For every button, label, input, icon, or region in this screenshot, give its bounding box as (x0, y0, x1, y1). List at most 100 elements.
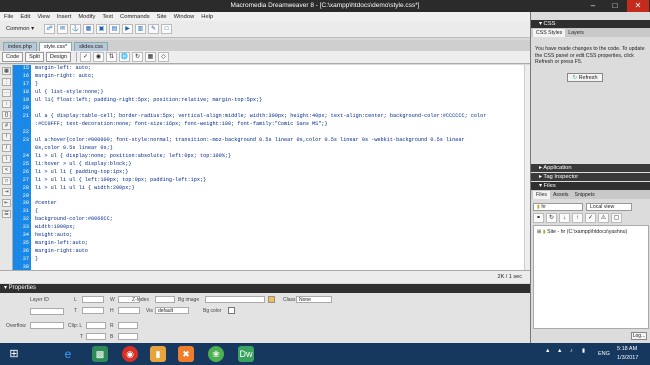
expand-panel-icon[interactable]: ▢ (611, 213, 622, 223)
close-button[interactable]: ✕ (627, 0, 649, 12)
code-line[interactable]: ul { list-style:none;} (31, 89, 524, 97)
layer-id-field[interactable] (30, 308, 64, 315)
code-line[interactable]: ul li{ float:left; padding-right:5px; po… (31, 97, 524, 105)
code-editor[interactable]: margin-left: auto; margin-right: auto;} ul… (31, 65, 524, 270)
t-field[interactable] (82, 307, 104, 314)
menu-commands[interactable]: Commands (120, 14, 150, 20)
code-line[interactable]: li > ul li { padding-top:1px;} (31, 169, 524, 177)
menu-view[interactable]: View (37, 14, 49, 20)
preview-icon[interactable]: 🌐 (118, 52, 130, 62)
connect-icon[interactable]: ⚭ (533, 213, 544, 223)
tag-inspector-panel-header[interactable]: ▸ Tag Inspector (531, 173, 650, 181)
z-index-field[interactable] (155, 296, 175, 303)
tab-assets[interactable]: Assets (550, 191, 572, 199)
remove-comment-icon[interactable]: \ (2, 155, 11, 163)
check-in-icon[interactable]: ⚠ (598, 213, 609, 223)
log-button[interactable]: Log... (631, 332, 647, 340)
expand-all-icon[interactable]: ⋯ (2, 89, 11, 97)
refresh-files-icon[interactable]: ↻ (546, 213, 557, 223)
tab-slides-css[interactable]: slides.css (74, 42, 108, 51)
clip-l-field[interactable] (86, 322, 106, 329)
code-line[interactable]: width:1000px; (31, 224, 524, 232)
code-line[interactable]: li:hover > ul { display:block;} (31, 161, 524, 169)
store-icon[interactable]: ▩ (92, 346, 108, 362)
line-numbers-icon[interactable]: # (2, 122, 11, 130)
code-line[interactable]: li > ul li ul { left:100px; top:0px; pad… (31, 177, 524, 185)
tab-files[interactable]: Files (533, 191, 550, 199)
select-parent-icon[interactable]: ↑ (2, 100, 11, 108)
clip-r-field[interactable] (118, 322, 138, 329)
h-field[interactable] (118, 307, 140, 314)
refresh-button[interactable]: ↻ Refresh (567, 73, 603, 82)
files-panel-header[interactable]: ▾ Files (531, 182, 650, 190)
code-line[interactable] (31, 193, 524, 201)
file-explorer-icon[interactable]: ▮ (150, 346, 166, 362)
date-icon[interactable]: ▥ (135, 24, 146, 34)
class-select[interactable]: None (296, 296, 332, 303)
code-line[interactable]: ul a { display:table-cell; border-radius… (31, 113, 524, 121)
put-files-icon[interactable]: ↑ (572, 213, 583, 223)
code-line[interactable]: margin-left: auto; (31, 65, 524, 73)
templates-icon[interactable]: □ (161, 24, 172, 34)
layer-icon[interactable]: ▣ (96, 24, 107, 34)
refresh-design-icon[interactable]: ↻ (131, 52, 143, 62)
vis-select[interactable]: default (155, 307, 189, 314)
code-line[interactable]: #center (31, 200, 524, 208)
browser-check-icon[interactable]: ◉ (92, 52, 104, 62)
collapse-tag-icon[interactable]: ⋮ (2, 78, 11, 86)
menu-modify[interactable]: Modify (78, 14, 95, 20)
code-line[interactable]: } (31, 81, 524, 89)
balance-braces-icon[interactable]: {} (2, 111, 11, 119)
network-icon[interactable]: ▲ (557, 348, 562, 354)
format-source-icon[interactable]: ☰ (2, 210, 11, 218)
insert-category-dropdown[interactable]: Common ▾ (6, 26, 34, 32)
code-line[interactable] (31, 105, 524, 113)
image-icon[interactable]: ▤ (109, 24, 120, 34)
maximize-button[interactable]: □ (604, 0, 626, 12)
code-line[interactable]: height:auto; (31, 232, 524, 240)
code-line[interactable]: margin-right:auto (31, 248, 524, 256)
named-anchor-icon[interactable]: ⚓ (70, 24, 81, 34)
get-files-icon[interactable]: ↓ (559, 213, 570, 223)
validate-icon[interactable]: ✓ (79, 52, 91, 62)
properties-header[interactable]: ▾ Properties (0, 284, 530, 293)
wrap-tag-icon[interactable]: < (2, 166, 11, 174)
start-icon[interactable]: ⊞ (6, 346, 22, 362)
folder-icon[interactable] (268, 296, 275, 303)
design-view-button[interactable]: Design (45, 52, 71, 62)
clock-date[interactable]: 1/3/2017 (617, 355, 638, 361)
bg-image-field[interactable] (205, 296, 265, 303)
expand-icon[interactable]: ⊞ (537, 229, 541, 235)
menu-insert[interactable]: Insert (57, 14, 72, 20)
code-line[interactable] (31, 129, 524, 137)
xampp-icon[interactable]: ✖ (178, 346, 194, 362)
css-panel-header[interactable]: ▾ CSS (531, 20, 650, 28)
visual-aids-icon[interactable]: ◇ (157, 52, 169, 62)
clip-t-field[interactable] (86, 333, 106, 340)
email-link-icon[interactable]: ✉ (57, 24, 68, 34)
apply-comment-icon[interactable]: / (2, 144, 11, 152)
language-indicator[interactable]: ENG (598, 351, 610, 357)
menu-window[interactable]: Window (174, 14, 195, 20)
volume-icon[interactable]: ♪ (570, 348, 573, 354)
internet-explorer-icon[interactable]: e (60, 346, 76, 362)
menu-site[interactable]: Site (157, 14, 167, 20)
dreamweaver-icon[interactable]: Dw (238, 346, 254, 362)
code-line[interactable]: li > ul li ul li { width:200px;} (31, 185, 524, 193)
code-line[interactable]: :#CC0FFF; text-decoration:none; font-siz… (31, 121, 524, 129)
code-line[interactable]: li > ul { display:none; position:absolut… (31, 153, 524, 161)
code-line[interactable]: 0s,color 0.5s linear 0s;} (31, 145, 524, 153)
app-icon[interactable]: ❀ (208, 346, 224, 362)
check-out-icon[interactable]: ✓ (585, 213, 596, 223)
view-options-icon[interactable]: ▦ (144, 52, 156, 62)
code-line[interactable]: margin-left:auto; (31, 240, 524, 248)
l-field[interactable] (82, 296, 104, 303)
code-view-button[interactable]: Code (2, 52, 24, 62)
tab-layers[interactable]: Layers (565, 29, 587, 37)
tray-up-icon[interactable]: ▲ (545, 348, 550, 354)
code-line[interactable]: margin-right: auto; (31, 73, 524, 81)
code-line[interactable]: } (31, 256, 524, 264)
split-view-button[interactable]: Split (25, 52, 44, 62)
tab-index-php[interactable]: index.php (3, 42, 37, 51)
clip-b-field[interactable] (118, 333, 138, 340)
